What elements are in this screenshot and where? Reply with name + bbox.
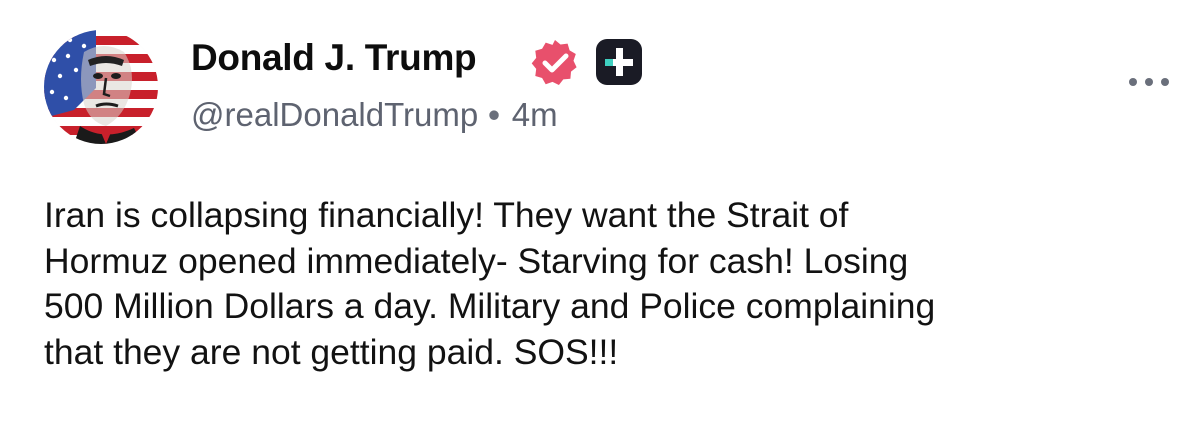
author-handle[interactable]: @realDonaldTrump (191, 96, 478, 133)
more-options-icon (1129, 78, 1169, 86)
post-body-line: that they are not getting paid. SOS!!! (44, 331, 619, 372)
post-body-text: Iran is collapsing financially! They wan… (44, 193, 1174, 375)
avatar[interactable] (44, 30, 158, 144)
post-meta: @realDonaldTrump • 4m (191, 96, 558, 134)
post-body-line: Iran is collapsing financially! They wan… (44, 195, 849, 235)
meta-separator: • (488, 96, 500, 133)
post-card: Donald J. Trump @realDonaldTrump • 4m Iran… (0, 0, 1199, 439)
more-options-button[interactable] (1124, 64, 1174, 100)
post-body-line: 500 Million Dollars a day. Military and … (44, 286, 936, 326)
post-timestamp[interactable]: 4m (512, 96, 558, 133)
author-display-name[interactable]: Donald J. Trump (191, 37, 477, 79)
verified-badge-icon (529, 37, 581, 89)
post-body-line: Hormuz opened immediately- Starving for … (44, 240, 909, 281)
flag-portrait-avatar-icon (44, 30, 158, 144)
plus-badge-icon (596, 39, 642, 85)
